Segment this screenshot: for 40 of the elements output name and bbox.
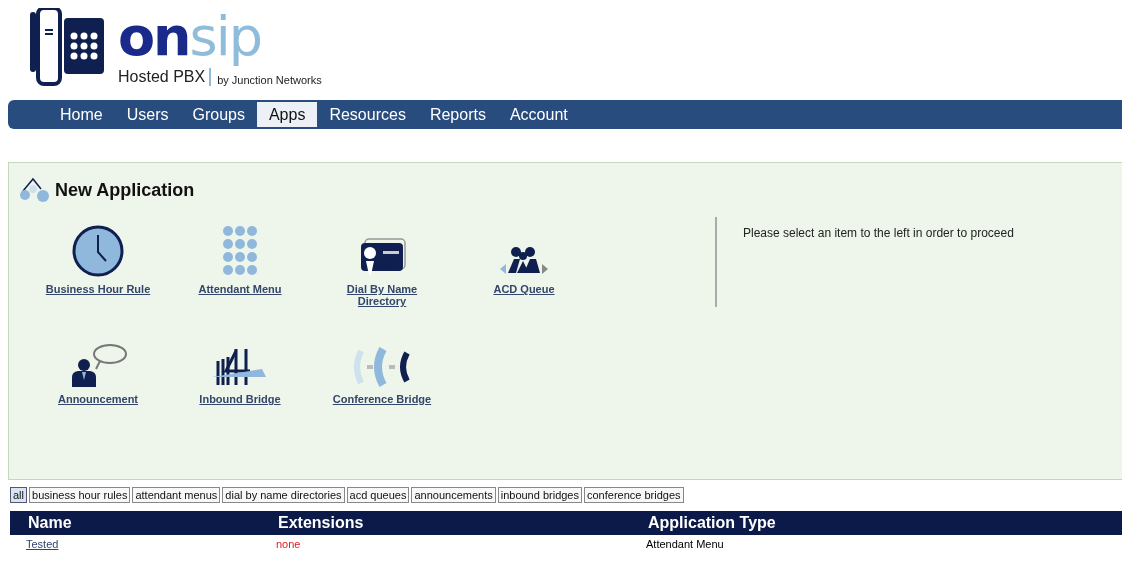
gears-icon	[17, 177, 51, 203]
nav-tab[interactable]: Users	[114, 102, 181, 127]
filter-button[interactable]: attendant menus	[132, 487, 221, 503]
panel-title: New Application	[55, 179, 195, 201]
filter-button[interactable]: inbound bridges	[497, 487, 582, 503]
nav-tab[interactable]: Resources	[317, 102, 418, 127]
keypad-icon	[222, 225, 258, 277]
instruction-text: Please select an item to the left in order to proceed	[743, 226, 1014, 240]
app-link[interactable]: Inbound Bridge	[199, 393, 281, 405]
filter-button[interactable]: all	[10, 487, 27, 503]
filter-button[interactable]: dial by name directories	[222, 487, 345, 503]
app-link[interactable]: ACD Queue	[493, 283, 555, 295]
filter-button[interactable]: acd queues	[346, 487, 410, 503]
nav-tab[interactable]: Reports	[417, 102, 498, 127]
nav-tab[interactable]: Groups	[180, 102, 257, 127]
app-link[interactable]: Announcement	[57, 393, 139, 405]
filter-button[interactable]: announcements	[411, 487, 496, 503]
filter-button[interactable]: business hour rules	[29, 487, 131, 503]
app-link[interactable]: Business Hour Rule	[45, 283, 151, 295]
nav-tab[interactable]: Account	[497, 102, 580, 127]
people-queue-icon	[498, 245, 550, 277]
bridge-icon	[212, 347, 268, 387]
app-link[interactable]: Dial By Name Directory	[327, 283, 437, 307]
app-type-text: Attendant Menu	[646, 538, 724, 550]
extensions-text: none	[276, 538, 301, 550]
app-name-link[interactable]: Tested	[26, 538, 59, 550]
nav-tab[interactable]: Home	[48, 102, 115, 127]
product-name: Hosted PBX	[118, 68, 212, 86]
filter-button[interactable]: conference bridges	[584, 487, 684, 503]
column-header: Application Type	[630, 511, 1122, 535]
company-byline: by Junction Networks	[217, 74, 322, 86]
column-header: Name	[10, 511, 260, 535]
phones-icon	[351, 347, 413, 387]
logo-wordmark: on	[118, 4, 190, 70]
column-header: Extensions	[260, 511, 630, 535]
logo-wordmark: sip	[189, 4, 261, 70]
app-link[interactable]: Attendant Menu	[198, 283, 282, 295]
app-link[interactable]: Conference Bridge	[332, 393, 432, 405]
clock-icon	[72, 225, 124, 277]
nav-tab[interactable]: Apps	[256, 102, 318, 127]
